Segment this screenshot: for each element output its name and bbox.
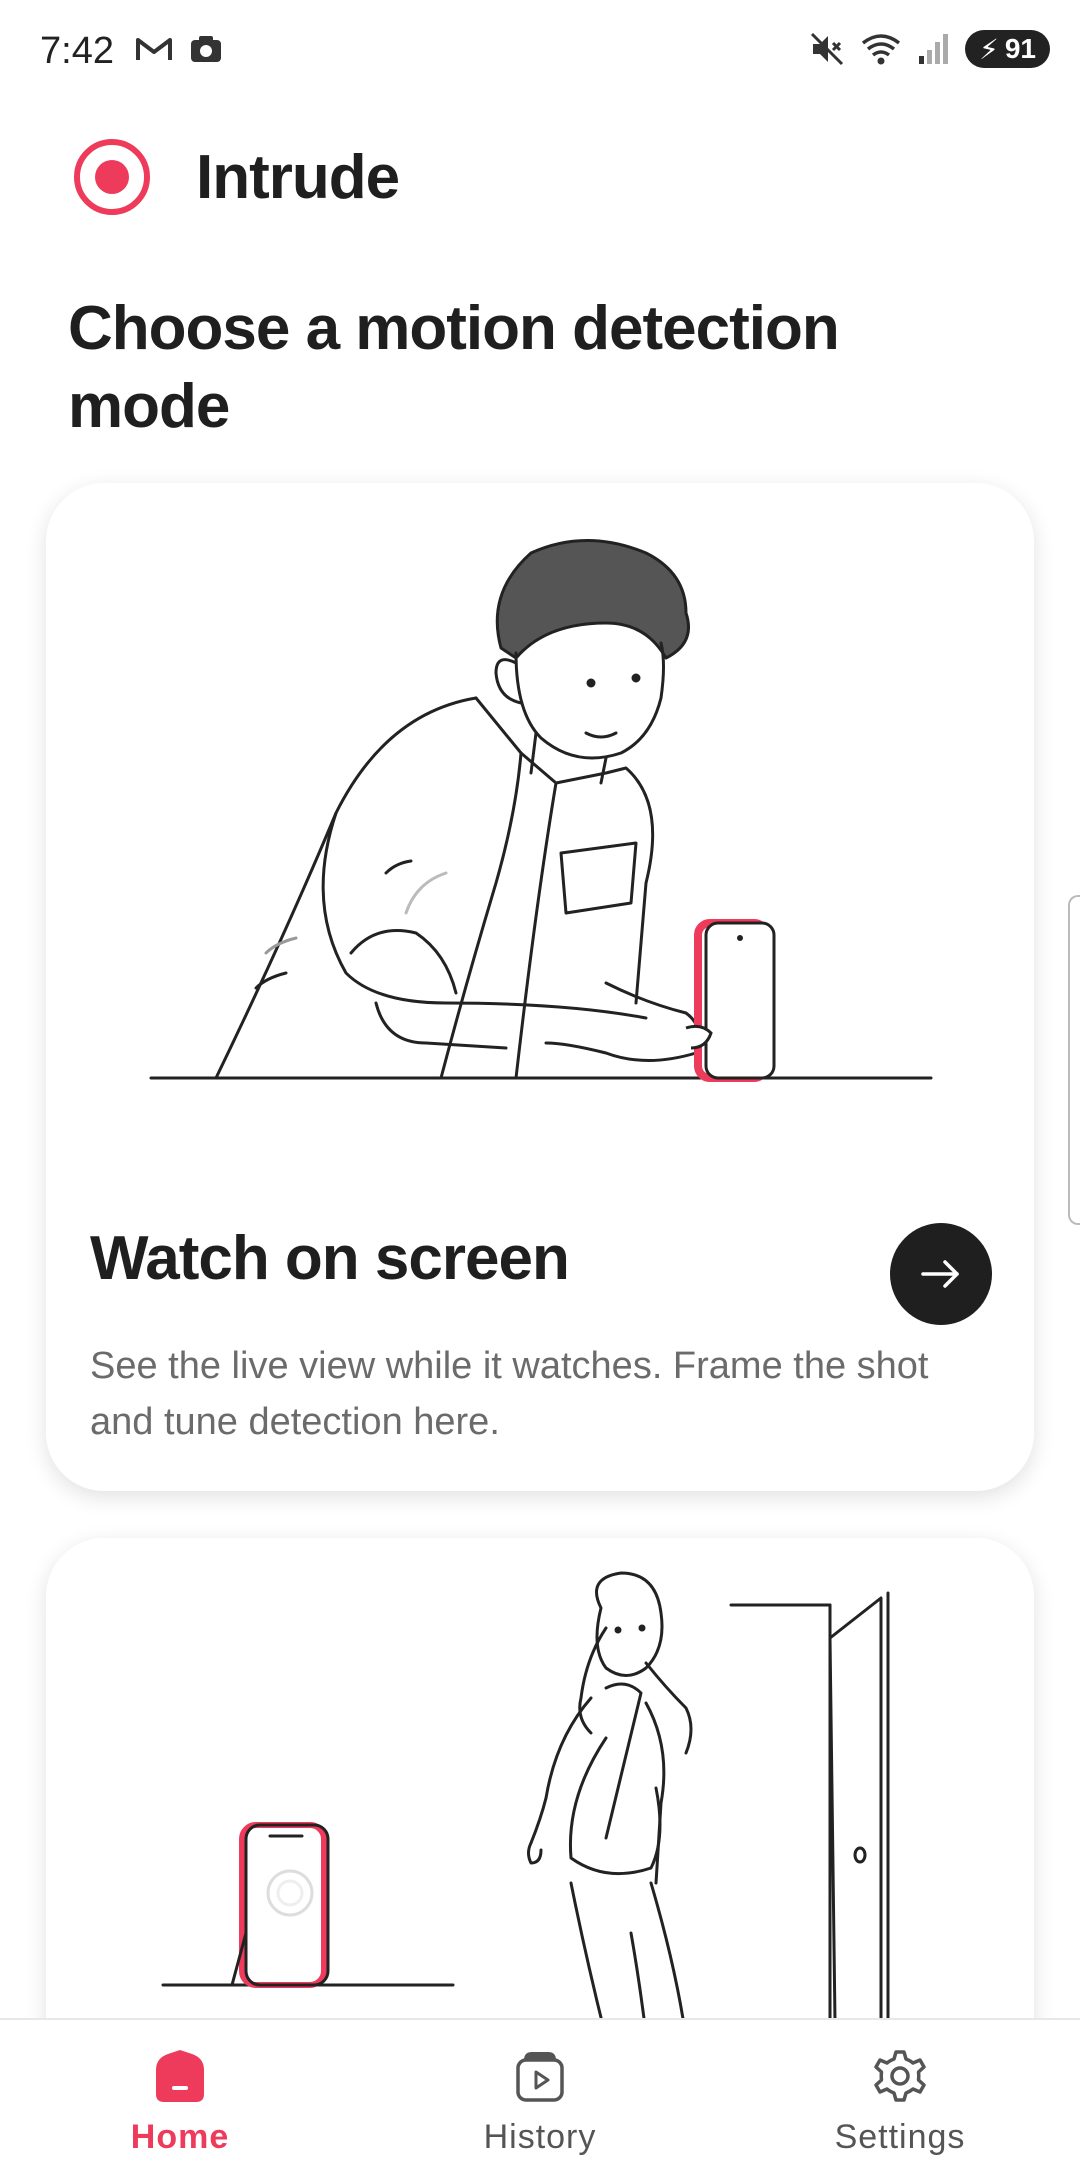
mute-icon bbox=[811, 32, 844, 66]
scroll-indicator[interactable] bbox=[1068, 895, 1080, 1225]
nav-label-home: Home bbox=[130, 2118, 230, 2156]
nav-item-home[interactable]: Home bbox=[0, 2020, 360, 2180]
card-description: See the live view while it watches. Fram… bbox=[90, 1345, 929, 1443]
battery-level: 91 bbox=[1004, 33, 1036, 64]
record-logo-icon bbox=[74, 139, 150, 215]
man-with-phone-illustration bbox=[149, 539, 933, 1082]
nav-label-history: History bbox=[483, 2118, 597, 2156]
open-watch-button[interactable] bbox=[890, 1223, 992, 1325]
page-title: Choose a motion detection mode bbox=[68, 294, 840, 441]
bottom-nav: Home History Settings bbox=[0, 2018, 1080, 2180]
bolt-icon: ⚡ bbox=[979, 33, 999, 65]
settings-icon bbox=[874, 2050, 926, 2102]
app-title: Intrude bbox=[196, 142, 400, 212]
watch-on-screen-card[interactable]: Watch on screen See the live view while … bbox=[46, 483, 1034, 1491]
nav-item-settings[interactable]: Settings bbox=[720, 2020, 1080, 2180]
gmail-icon bbox=[136, 38, 172, 60]
card-title: Watch on screen bbox=[90, 1224, 570, 1293]
nav-item-history[interactable]: History bbox=[360, 2020, 720, 2180]
status-bar: 7:42 ⚡ 91 bbox=[0, 0, 1080, 100]
signal-icon bbox=[919, 34, 949, 64]
battery-icon: ⚡ 91 bbox=[965, 30, 1050, 68]
arrow-right-icon bbox=[921, 1260, 959, 1288]
nav-label-settings: Settings bbox=[834, 2118, 966, 2156]
wifi-icon bbox=[862, 34, 901, 65]
history-icon bbox=[516, 2052, 564, 2102]
camera-icon bbox=[191, 36, 221, 62]
app-header: Intrude bbox=[70, 135, 400, 219]
status-time: 7:42 bbox=[40, 30, 114, 72]
home-icon bbox=[156, 2050, 204, 2102]
